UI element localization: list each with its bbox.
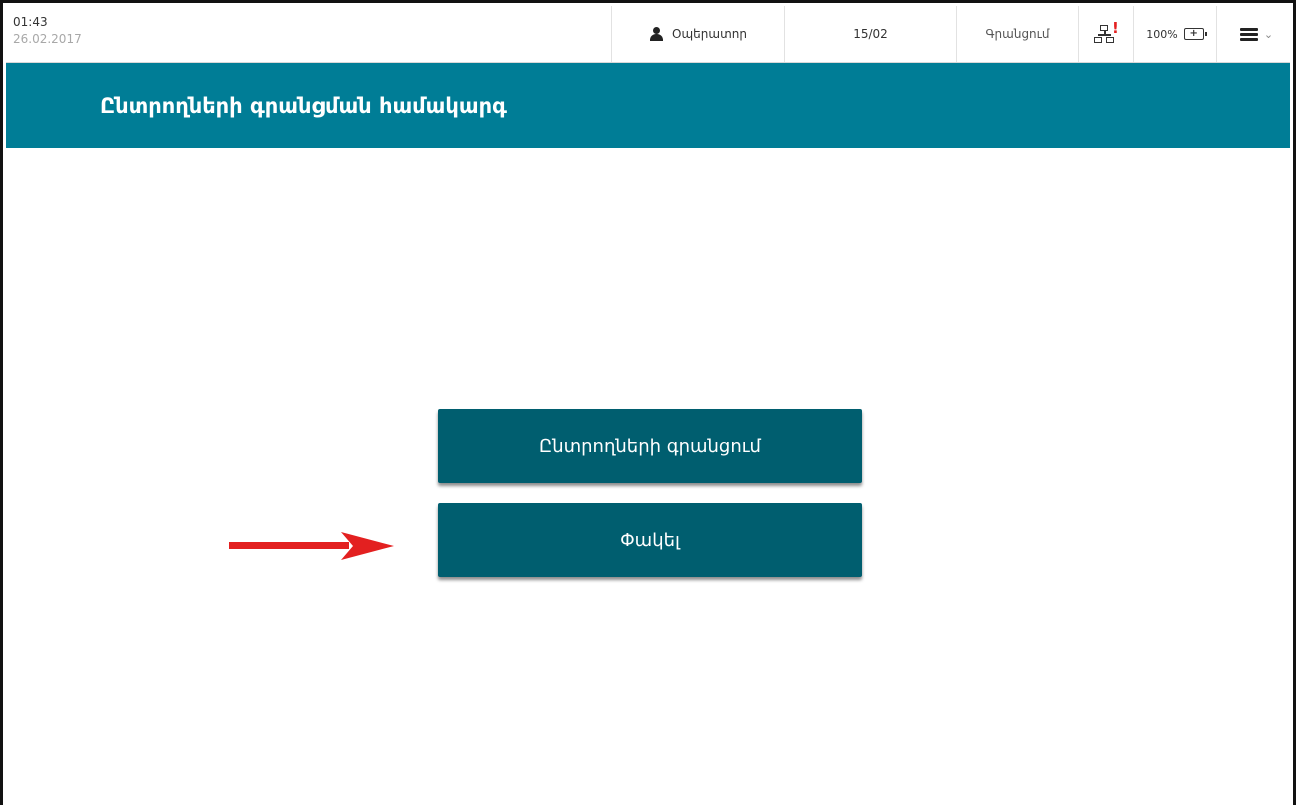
counter-label: 15/02 <box>853 27 888 41</box>
header-bar: Ընտրողների գրանցման համակարգ <box>6 63 1290 148</box>
battery-status: 100% + <box>1133 6 1216 62</box>
battery-percent: 100% <box>1146 27 1178 41</box>
hamburger-menu-icon <box>1239 27 1258 41</box>
user-icon <box>649 27 665 41</box>
battery-charging-icon: + <box>1183 28 1207 40</box>
mode-label: Գրանցում <box>985 27 1050 41</box>
status-bar: 01:43 26.02.2017 Օպերատոր 15/02 Գրանցում… <box>6 6 1290 63</box>
chevron-down-icon: ⌄ <box>1263 27 1274 41</box>
clock-date: 26.02.2017 <box>13 32 82 46</box>
menu-button[interactable]: ⌄ <box>1216 6 1296 62</box>
operator-indicator[interactable]: Օպերատոր <box>611 6 784 62</box>
operator-label: Օպերատոր <box>672 27 747 41</box>
app-window: 01:43 26.02.2017 Օպերատոր 15/02 Գրանցում… <box>0 0 1296 805</box>
page-title: Ընտրողների գրանցման համակարգ <box>100 94 507 118</box>
clock-time: 01:43 <box>13 15 48 29</box>
network-warning-icon: ! <box>1093 21 1119 44</box>
mode-indicator: Գրանցում <box>956 6 1078 62</box>
counter-indicator: 15/02 <box>784 6 956 62</box>
close-button[interactable]: Փակել <box>438 503 862 577</box>
network-status[interactable]: ! <box>1078 6 1133 62</box>
voter-registration-button[interactable]: Ընտրողների գրանցում <box>438 409 862 483</box>
annotation-arrow-icon <box>229 532 394 560</box>
